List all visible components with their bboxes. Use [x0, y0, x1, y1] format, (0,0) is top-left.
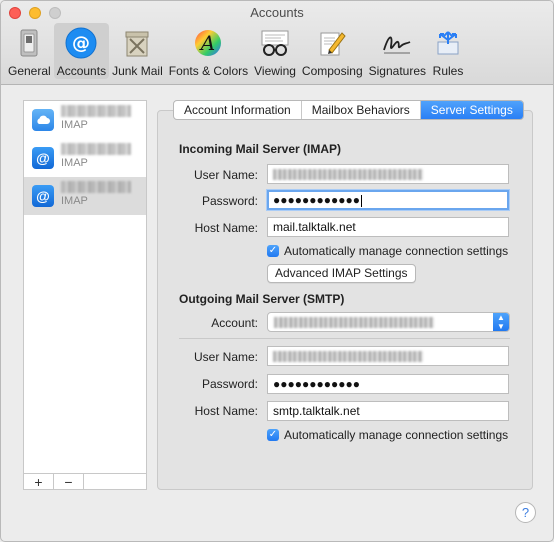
- svg-text:A: A: [199, 31, 215, 55]
- incoming-host-field[interactable]: mail.talktalk.net: [267, 217, 509, 237]
- divider: [179, 338, 510, 339]
- toolbar-label: Junk Mail: [112, 64, 163, 78]
- incoming-heading: Incoming Mail Server (IMAP): [179, 142, 342, 156]
- account-name-redacted: [61, 105, 131, 117]
- tab-server-settings[interactable]: Server Settings: [420, 101, 523, 119]
- svg-text:@: @: [72, 33, 90, 54]
- checkmark-icon: ✓: [267, 245, 279, 257]
- incoming-password-field[interactable]: ●●●●●●●●●●●●: [267, 190, 509, 210]
- incoming-password-label: Password:: [201, 194, 258, 208]
- toolbar-signatures[interactable]: Signatures: [366, 23, 429, 79]
- tab-account-information[interactable]: Account Information: [174, 101, 302, 119]
- account-type: IMAP: [61, 157, 88, 169]
- checkbox-label: Automatically manage connection settings: [284, 428, 509, 442]
- fonts-colors-icon: A: [192, 27, 224, 59]
- at-sign-icon: @: [32, 147, 54, 169]
- general-switch-icon: [13, 27, 45, 59]
- account-item[interactable]: IMAP: [24, 101, 146, 139]
- password-dots: ●●●●●●●●●●●●: [273, 193, 360, 207]
- window-title: Accounts: [250, 5, 304, 20]
- viewing-glasses-icon: [259, 27, 291, 59]
- toolbar-rules[interactable]: Rules: [429, 23, 467, 79]
- outgoing-host-label: Host Name:: [194, 404, 258, 418]
- checkbox-label: Automatically manage connection settings: [284, 244, 509, 258]
- account-item-selected[interactable]: @ IMAP: [24, 177, 146, 215]
- toolbar-label: Fonts & Colors: [168, 64, 249, 78]
- preferences-window: Accounts General @ Accounts Junk Mail A …: [0, 0, 554, 542]
- toolbar-label: Signatures: [368, 64, 426, 78]
- toolbar-general[interactable]: General: [5, 23, 54, 79]
- toolbar-viewing[interactable]: Viewing: [251, 23, 299, 79]
- toolbar-composing[interactable]: Composing: [299, 23, 366, 79]
- outgoing-auto-manage-checkbox[interactable]: ✓ Automatically manage connection settin…: [267, 428, 508, 442]
- incoming-user-field[interactable]: [267, 164, 509, 184]
- outgoing-user-label: User Name:: [193, 350, 258, 364]
- account-type: IMAP: [61, 119, 88, 131]
- incoming-host-label: Host Name:: [194, 221, 258, 235]
- toolbar-label: Composing: [301, 64, 363, 78]
- accounts-list-controls: + −: [23, 474, 147, 490]
- add-account-button[interactable]: +: [24, 474, 54, 490]
- redacted-text: [273, 351, 423, 362]
- account-name-redacted: [61, 143, 131, 155]
- toolbar-label: Accounts: [56, 64, 107, 78]
- toolbar-label: Viewing: [254, 64, 296, 78]
- junk-mail-bin-icon: [121, 27, 153, 59]
- redacted-text: [273, 169, 423, 180]
- outgoing-user-field[interactable]: [267, 346, 509, 366]
- signature-icon: [381, 27, 413, 59]
- redacted-text: [274, 317, 434, 328]
- accounts-list[interactable]: IMAP @ IMAP @ IMAP: [23, 100, 147, 474]
- toolbar-fonts-colors[interactable]: A Fonts & Colors: [166, 23, 251, 79]
- outgoing-password-field[interactable]: ●●●●●●●●●●●●: [267, 374, 509, 394]
- outgoing-heading: Outgoing Mail Server (SMTP): [179, 292, 345, 306]
- text-caret: [360, 194, 362, 207]
- toolbar-label: General: [8, 64, 51, 78]
- account-name-redacted: [61, 181, 131, 193]
- outgoing-account-label: Account:: [211, 316, 258, 330]
- composing-pencil-icon: [316, 27, 348, 59]
- titlebar: Accounts General @ Accounts Junk Mail A …: [1, 1, 553, 85]
- advanced-imap-settings-button[interactable]: Advanced IMAP Settings: [267, 264, 416, 283]
- incoming-user-label: User Name:: [193, 168, 258, 182]
- preferences-toolbar: General @ Accounts Junk Mail A Fonts & C…: [5, 23, 467, 81]
- chevron-updown-icon: ▲ ▼: [493, 313, 509, 331]
- icloud-icon: [32, 109, 54, 131]
- outgoing-password-label: Password:: [201, 377, 258, 391]
- remove-account-button[interactable]: −: [54, 474, 84, 490]
- toolbar-label: Rules: [432, 64, 464, 78]
- checkmark-icon: ✓: [267, 429, 279, 441]
- rules-arrows-icon: [432, 27, 464, 59]
- account-item[interactable]: @ IMAP: [24, 139, 146, 177]
- accounts-pane: IMAP @ IMAP @ IMAP + − Account Informati…: [1, 86, 553, 541]
- at-sign-icon: @: [65, 27, 97, 59]
- outgoing-account-select[interactable]: ▲ ▼: [267, 312, 510, 332]
- at-sign-icon: @: [32, 185, 54, 207]
- incoming-auto-manage-checkbox[interactable]: ✓ Automatically manage connection settin…: [267, 244, 508, 258]
- toolbar-junk-mail[interactable]: Junk Mail: [109, 23, 166, 79]
- toolbar-accounts[interactable]: @ Accounts: [53, 23, 110, 79]
- tab-mailbox-behaviors[interactable]: Mailbox Behaviors: [302, 101, 421, 119]
- account-type: IMAP: [61, 195, 88, 207]
- outgoing-host-field[interactable]: smtp.talktalk.net: [267, 401, 509, 421]
- account-tabs: Account Information Mailbox Behaviors Se…: [173, 100, 524, 120]
- help-button[interactable]: ?: [515, 502, 536, 523]
